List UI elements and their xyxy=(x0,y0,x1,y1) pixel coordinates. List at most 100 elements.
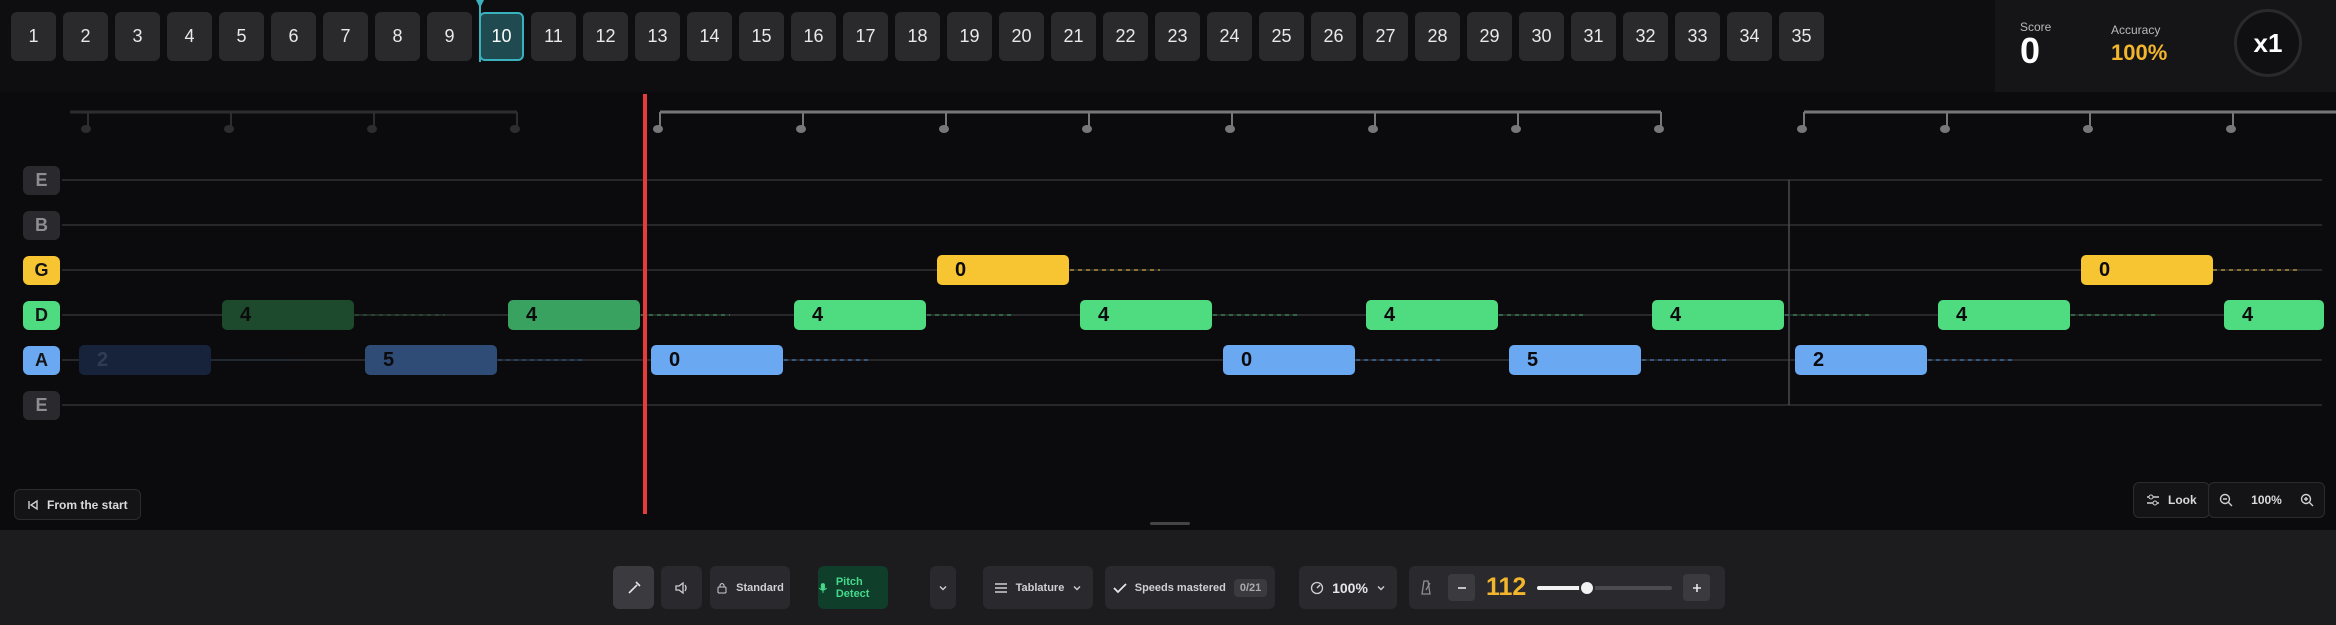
sound-button[interactable] xyxy=(661,566,702,609)
note-d-4: 4 xyxy=(1080,300,1212,330)
skip-back-icon xyxy=(28,499,38,510)
measure-13-button[interactable]: 13 xyxy=(635,12,680,61)
pitch-detect-dropdown[interactable] xyxy=(930,566,956,609)
accuracy-value: 100% xyxy=(2111,40,2168,65)
measure-6-button[interactable]: 6 xyxy=(271,12,316,61)
measure-23-button[interactable]: 23 xyxy=(1155,12,1200,61)
measure-14-button[interactable]: 14 xyxy=(687,12,732,61)
notation-select[interactable]: Tablature xyxy=(983,566,1093,609)
measure-7-button[interactable]: 7 xyxy=(323,12,368,61)
bottom-toolbar: Standard Pitch Detect Tablature Speeds m… xyxy=(0,530,2336,625)
measure-21-button[interactable]: 21 xyxy=(1051,12,1096,61)
note-d-4: 4 xyxy=(1652,300,1784,330)
resize-handle[interactable] xyxy=(1150,522,1190,525)
measure-27-button[interactable]: 27 xyxy=(1363,12,1408,61)
chevron-down-icon xyxy=(1073,585,1081,590)
string-label-g: G xyxy=(23,256,60,285)
measure-29-button[interactable]: 29 xyxy=(1467,12,1512,61)
zoom-in-icon[interactable] xyxy=(2300,493,2314,507)
bpm-increase-button[interactable] xyxy=(1683,574,1710,601)
measure-33-button[interactable]: 33 xyxy=(1675,12,1720,61)
tuning-button[interactable]: Standard xyxy=(710,566,790,609)
tab-stage: E B G D A E 2 5 4 4 0 4 0 4 0 4 5 4 2 4 … xyxy=(0,94,2336,529)
note-d-4: 4 xyxy=(2224,300,2324,330)
measure-22-button[interactable]: 22 xyxy=(1103,12,1148,61)
measure-30-button[interactable]: 30 xyxy=(1519,12,1564,61)
note-a-2-played: 2 xyxy=(79,345,211,375)
playback-speed-value: 100% xyxy=(1332,579,1368,596)
pitch-detect-button[interactable]: Pitch Detect xyxy=(818,566,888,609)
bpm-slider-thumb[interactable] xyxy=(1578,580,1595,596)
note-a-2: 2 xyxy=(1795,345,1927,375)
measure-19-button[interactable]: 19 xyxy=(947,12,992,61)
playback-speed-select[interactable]: 100% xyxy=(1299,566,1397,609)
measure-3-button[interactable]: 3 xyxy=(115,12,160,61)
measure-2-button[interactable]: 2 xyxy=(63,12,108,61)
look-button[interactable]: Look xyxy=(2133,482,2210,518)
measure-17-button[interactable]: 17 xyxy=(843,12,888,61)
note-d-4: 4 xyxy=(794,300,926,330)
sliders-icon xyxy=(2147,494,2159,506)
from-start-label: From the start xyxy=(47,497,128,512)
measure-34-button[interactable]: 34 xyxy=(1727,12,1772,61)
playhead-line xyxy=(643,94,647,514)
minus-icon xyxy=(1457,586,1466,589)
pitch-detect-label: Pitch Detect xyxy=(835,575,870,600)
zoom-value: 100% xyxy=(2251,493,2282,507)
measure-35-button[interactable]: 35 xyxy=(1779,12,1824,61)
speeds-mastered-label: Speeds mastered xyxy=(1134,581,1226,594)
pick-tool-button[interactable] xyxy=(613,566,654,609)
lock-icon xyxy=(717,582,727,593)
look-label: Look xyxy=(2168,493,2197,507)
measure-25-button[interactable]: 25 xyxy=(1259,12,1304,61)
speaker-icon xyxy=(674,581,687,594)
measure-28-button[interactable]: 28 xyxy=(1415,12,1460,61)
note-g-0: 0 xyxy=(2081,255,2213,285)
chevron-down-icon xyxy=(939,585,947,590)
note-a-5: 5 xyxy=(1509,345,1641,375)
note-d-4-played: 4 xyxy=(222,300,354,330)
measure-26-button[interactable]: 26 xyxy=(1311,12,1356,61)
measure-8-button[interactable]: 8 xyxy=(375,12,420,61)
measure-5-button[interactable]: 5 xyxy=(219,12,264,61)
measure-20-button[interactable]: 20 xyxy=(999,12,1044,61)
string-label-d: D xyxy=(23,301,60,330)
chevron-down-icon xyxy=(1377,585,1385,590)
measure-15-button[interactable]: 15 xyxy=(739,12,784,61)
measure-11-button[interactable]: 11 xyxy=(531,12,576,61)
bpm-value: 112 xyxy=(1486,573,1527,601)
bpm-slider[interactable] xyxy=(1537,580,1672,596)
zoom-out-icon[interactable] xyxy=(2219,493,2233,507)
from-start-button[interactable]: From the start xyxy=(14,489,141,520)
note-a-0: 0 xyxy=(1223,345,1355,375)
speeds-mastered-count: 0/21 xyxy=(1233,578,1268,597)
measure-1-button[interactable]: 1 xyxy=(11,12,56,61)
measure-16-button[interactable]: 16 xyxy=(791,12,836,61)
multiplier-badge: x1 xyxy=(2234,9,2302,77)
score-value: 0 xyxy=(2020,30,2041,71)
menu-lines-icon xyxy=(994,582,1007,593)
bpm-decrease-button[interactable] xyxy=(1448,574,1475,601)
notation-label: Tablature xyxy=(1015,581,1065,594)
measure-10-button[interactable]: 10 xyxy=(479,12,524,61)
string-label-b: B xyxy=(23,211,60,240)
measure-18-button[interactable]: 18 xyxy=(895,12,940,61)
measure-24-button[interactable]: 24 xyxy=(1207,12,1252,61)
string-label-e-high: E xyxy=(23,166,60,195)
measure-9-button[interactable]: 9 xyxy=(427,12,472,61)
note-d-4: 4 xyxy=(1938,300,2070,330)
measure-4-button[interactable]: 4 xyxy=(167,12,212,61)
speeds-mastered-button[interactable]: Speeds mastered 0/21 xyxy=(1105,566,1275,609)
plus-icon xyxy=(1692,583,1701,592)
measure-32-button[interactable]: 32 xyxy=(1623,12,1668,61)
measure-31-button[interactable]: 31 xyxy=(1571,12,1616,61)
microphone-icon xyxy=(818,582,828,593)
metronome-icon[interactable] xyxy=(1418,579,1434,600)
note-d-4: 4 xyxy=(1366,300,1498,330)
measure-12-button[interactable]: 12 xyxy=(583,12,628,61)
tuning-label: Standard xyxy=(736,581,784,594)
speedometer-icon xyxy=(1310,581,1324,594)
rhythm-beams xyxy=(70,110,2336,133)
note-d-4-played-2: 4 xyxy=(508,300,640,330)
string-label-a: A xyxy=(23,346,60,375)
